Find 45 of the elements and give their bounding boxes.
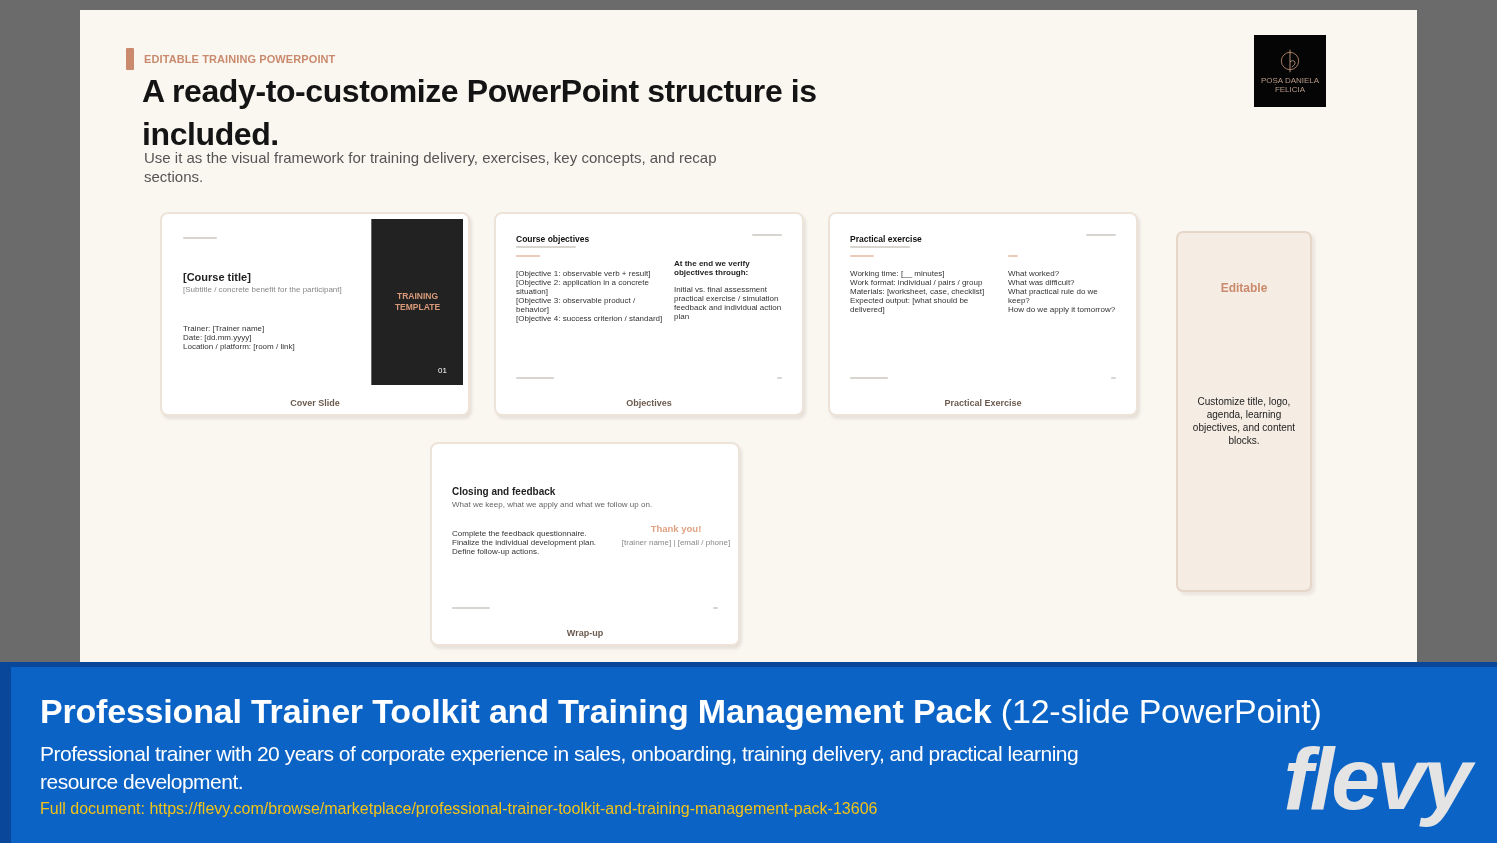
thumbnail-text: What was difficult? [1008,278,1076,287]
thumbnail-text: Initial vs. final assessment [674,285,768,294]
document-title: Professional Trainer Toolkit and Training Management Pack (12-slide PowerPoint) [40,691,1322,732]
thumbnail-title: Closing and feedback [452,486,557,497]
panel-title: TRAINING TEMPLATE [393,291,442,313]
logo-text: POȘA DANIELA FELICIA [1259,76,1321,94]
thumbnail-title: [Course title] [183,271,252,283]
thumbnail-title: Course objectives [516,234,590,244]
thumbnail-text: What worked? [1008,269,1061,278]
thumbnail-title: Practical exercise [850,234,922,244]
card-title: Editable [1220,281,1268,295]
thumbnail-text: Finalize the individual development plan. [452,538,598,547]
link-label: Full document: [40,800,145,817]
thumbnail-text: Define follow-up actions. [452,547,541,556]
thumbnail-text: Location / platform: [room / link] [183,342,296,351]
card-text: Customize title, logo, agenda, learning objectives, and content blocks. [1191,395,1297,447]
thumbnail-text: What practical rule do we keep? [1008,287,1099,305]
slide-number: 01 [438,366,447,375]
accent-bar [126,48,134,70]
thumbnail-subtitle: [Subtitle / concrete benefit for the participant] [183,285,343,294]
thumbnail-text: Work format: individual / pairs / group [850,278,984,287]
thumbnail-caption: Cover Slide [289,398,341,408]
document-link[interactable]: https://flevy.com/browse/marketplace/professional-trainer-toolkit-and-training-management-pack-13606 [149,800,878,817]
thumbnail-text: [trainer name] | [email / phone] [621,538,731,547]
thank-you-text: Thank you! [649,523,703,534]
thumbnail-text: [Objective 4: success criterion / standard] [516,314,664,323]
thumbnail-text: How do we apply it tomorrow? [1008,305,1116,314]
thumbnail-text: Date: [dd.mm.yyyy] [183,333,253,342]
thumbnail-text: practical exercise / simulation [674,294,780,303]
thumbnail-text: At the end we verify objectives through: [674,259,751,277]
thumbnail-subtitle: What we keep, what we apply and what we follow up on. [452,500,654,509]
thumbnail-text: Trainer: [Trainer name] [183,324,266,333]
thumbnail-text: [Objective 2: application in a concrete situation] [516,278,650,296]
thumbnail-caption: Objectives [625,398,673,408]
thumbnail-text: [Objective 3: observable product / behavior] [516,296,637,314]
thumbnail-text: Working time: [__ minutes] [850,269,946,278]
thumbnail-text: [Objective 1: observable verb + result] [516,269,652,278]
thumbnail-text: Expected output: [what should be delivered] [850,296,970,314]
thumbnail-caption: Practical Exercise [943,398,1023,408]
thumbnail-caption: Wrap-up [565,628,605,638]
thumbnail-text: Complete the feedback questionnaire. [452,529,588,538]
thumbnail-text: feedback and individual action plan [674,303,782,321]
thumbnail-text: Materials: [worksheet, case, checklist] [850,287,986,296]
document-description: Professional trainer with 20 years of corporate experience in sales, onboarding, training delivery, and practical learning resource development. [40,741,1080,795]
eyebrow-label: EDITABLE TRAINING POWERPOINT [144,53,336,65]
